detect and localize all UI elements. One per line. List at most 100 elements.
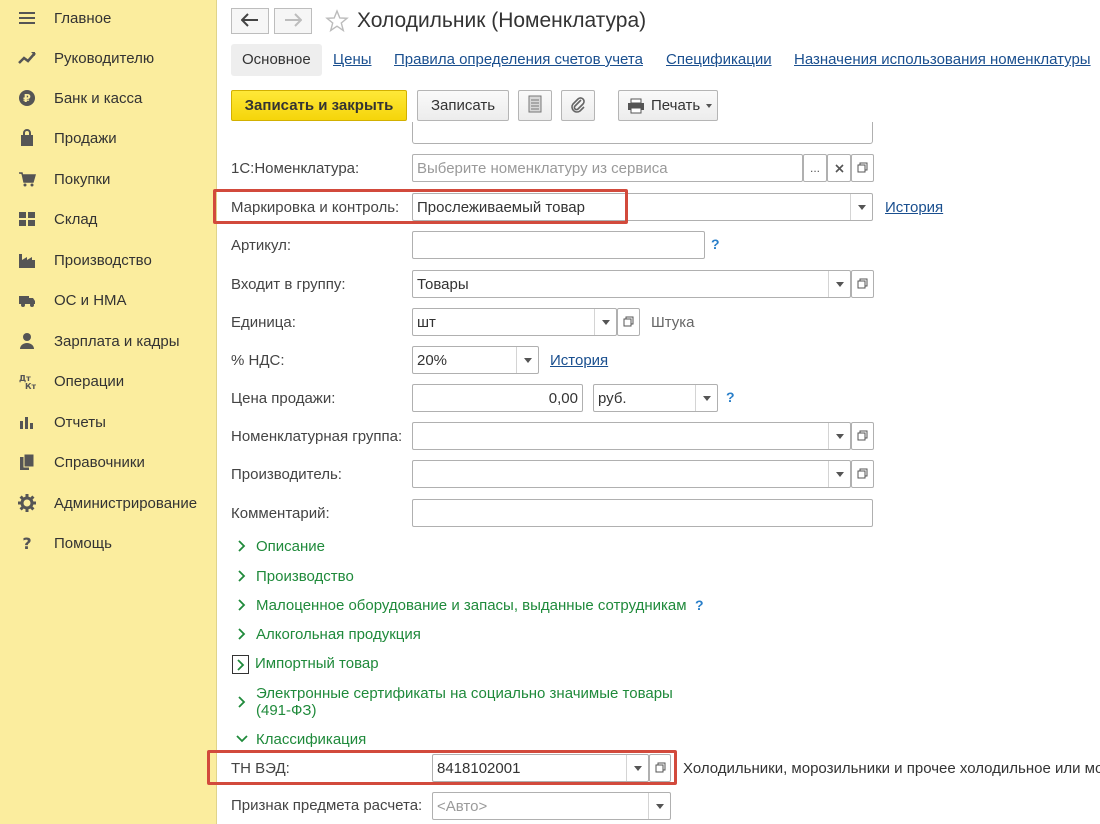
section-production[interactable]: Производство xyxy=(235,568,354,585)
chevron-right-icon xyxy=(235,538,249,554)
section-low-value-equipment[interactable]: Малоценное оборудование и запасы, выданн… xyxy=(235,597,687,614)
sidebar-item-operations[interactable]: Дт Кт Операции xyxy=(0,363,216,399)
sidebar-item-label: ОС и НМА xyxy=(54,291,127,309)
nomenclature-1c-open-button[interactable] xyxy=(851,154,874,182)
chevron-down-icon[interactable] xyxy=(828,271,850,297)
sidebar-item-warehouse[interactable]: Склад xyxy=(0,201,216,237)
close-icon xyxy=(834,160,844,176)
nom-group-open-button[interactable] xyxy=(851,422,874,450)
section-label: Электронные сертификаты на социально зна… xyxy=(256,685,673,719)
nomenclature-1c-input[interactable]: Выберите номенклатуру из сервиса xyxy=(412,154,803,182)
sidebar-item-label: Зарплата и кадры xyxy=(54,332,180,350)
group-select[interactable]: Товары xyxy=(412,270,851,298)
group-value: Товары xyxy=(417,276,469,293)
open-window-icon xyxy=(857,276,868,292)
chevron-down-icon[interactable] xyxy=(695,385,717,411)
print-button[interactable]: Печать xyxy=(618,90,718,121)
currency-select[interactable]: руб. xyxy=(593,384,718,412)
tab-prices[interactable]: Цены xyxy=(333,44,372,76)
question-icon: ? xyxy=(18,534,36,552)
section-description[interactable]: Описание xyxy=(235,538,325,555)
price-input[interactable]: 0,00 xyxy=(412,384,583,412)
sidebar: Главное Руководителю ₽ Банк и касса Прод… xyxy=(0,0,217,824)
sidebar-item-main[interactable]: Главное xyxy=(0,0,216,36)
manufacturer-select[interactable] xyxy=(412,460,851,488)
sidebar-item-directories[interactable]: Справочники xyxy=(0,444,216,480)
tab-specifications[interactable]: Спецификации xyxy=(666,44,772,76)
chevron-down-icon[interactable] xyxy=(828,461,850,487)
nom-group-select[interactable] xyxy=(412,422,851,450)
person-icon xyxy=(18,332,36,350)
tnved-value: 8418102001 xyxy=(437,760,521,777)
unit-value: шт xyxy=(417,314,436,331)
main-panel: Холодильник (Номенклатура) Основное Цены… xyxy=(207,0,1100,824)
chevron-down-icon[interactable] xyxy=(594,309,616,335)
sidebar-item-salary[interactable]: Зарплата и кадры xyxy=(0,323,216,359)
price-help-icon[interactable]: ? xyxy=(726,389,735,405)
tab-main[interactable]: Основное xyxy=(231,44,322,76)
sidebar-item-purchases[interactable]: Покупки xyxy=(0,161,216,197)
comment-input[interactable] xyxy=(412,499,873,527)
vat-select[interactable]: 20% xyxy=(412,346,539,374)
sidebar-item-reports[interactable]: Отчеты xyxy=(0,404,216,440)
sidebar-item-assets[interactable]: ОС и НМА xyxy=(0,282,216,318)
factory-icon xyxy=(18,251,36,269)
document-button[interactable] xyxy=(518,90,552,121)
back-button[interactable] xyxy=(231,8,269,34)
nomenclature-1c-label: 1С:Номенклатура: xyxy=(231,160,360,177)
marking-select[interactable]: Прослеживаемый товар xyxy=(412,193,873,221)
tnved-select[interactable]: 8418102001 xyxy=(432,754,649,782)
group-open-button[interactable] xyxy=(851,270,874,298)
tab-accounting-rules[interactable]: Правила определения счетов учета xyxy=(394,44,643,76)
sidebar-item-bank[interactable]: ₽ Банк и касса xyxy=(0,80,216,116)
save-button[interactable]: Записать xyxy=(417,90,509,121)
tab-usage-assignments[interactable]: Назначения использования номенклатуры xyxy=(794,44,1091,76)
manufacturer-label: Производитель: xyxy=(231,466,342,483)
section-alcohol[interactable]: Алкогольная продукция xyxy=(235,626,421,643)
sidebar-item-label: Склад xyxy=(54,210,98,228)
forward-button[interactable] xyxy=(274,8,312,34)
bar-chart-icon xyxy=(18,413,36,431)
attach-button[interactable] xyxy=(561,90,595,121)
section-e-certificates[interactable]: Электронные сертификаты на социально зна… xyxy=(235,685,673,719)
sidebar-item-help[interactable]: ? Помощь xyxy=(0,525,216,561)
section-label: Алкогольная продукция xyxy=(256,626,421,643)
chevron-down-icon[interactable] xyxy=(626,755,648,781)
section-label-line1: Электронные сертификаты на социально зна… xyxy=(256,685,673,702)
truck-icon xyxy=(18,291,36,309)
article-input[interactable] xyxy=(412,231,705,259)
chevron-down-icon[interactable] xyxy=(850,194,872,220)
save-close-button[interactable]: Записать и закрыть xyxy=(231,90,407,121)
arrow-left-icon xyxy=(240,12,259,30)
star-icon[interactable] xyxy=(325,9,349,33)
sidebar-item-admin[interactable]: Администрирование xyxy=(0,485,216,521)
article-label: Артикул: xyxy=(231,237,292,254)
vat-history-link[interactable]: История xyxy=(550,352,608,369)
sidebar-item-production[interactable]: Производство xyxy=(0,242,216,278)
tnved-open-button[interactable] xyxy=(649,754,671,782)
menu-icon xyxy=(18,9,36,27)
chevron-down-icon[interactable] xyxy=(516,347,538,373)
unit-select[interactable]: шт xyxy=(412,308,617,336)
printer-icon xyxy=(627,98,645,114)
sidebar-item-director[interactable]: Руководителю xyxy=(0,40,216,76)
payment-subject-select[interactable]: <Авто> xyxy=(432,792,671,820)
marking-history-link[interactable]: История xyxy=(885,199,943,216)
section-classification[interactable]: Классификация xyxy=(235,731,366,748)
chevron-down-icon[interactable] xyxy=(648,793,670,819)
vat-label: % НДС: xyxy=(231,352,285,369)
manufacturer-open-button[interactable] xyxy=(851,460,874,488)
unit-open-button[interactable] xyxy=(617,308,640,336)
nom-group-label: Номенклатурная группа: xyxy=(231,428,403,445)
sidebar-item-sales[interactable]: Продажи xyxy=(0,120,216,156)
chevron-down-icon[interactable] xyxy=(828,423,850,449)
nomenclature-1c-select-button[interactable]: ... xyxy=(803,154,827,182)
section-import[interactable]: Импортный товар xyxy=(232,655,379,674)
sidebar-item-label: Производство xyxy=(54,251,152,269)
vat-value: 20% xyxy=(417,352,448,369)
unit-note: Штука xyxy=(651,314,695,331)
partial-field xyxy=(412,122,873,144)
low-value-help-icon[interactable]: ? xyxy=(695,597,704,613)
nomenclature-1c-clear-button[interactable] xyxy=(827,154,851,182)
article-help-icon[interactable]: ? xyxy=(711,236,720,252)
